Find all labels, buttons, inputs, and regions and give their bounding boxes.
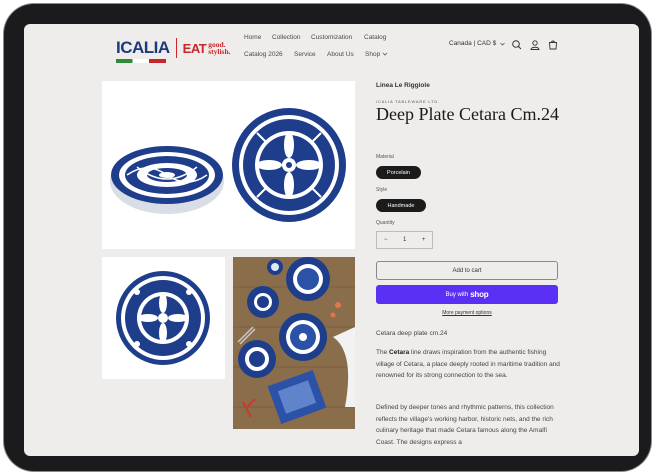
eat-logo: EAT: [182, 40, 207, 56]
nav-about-us[interactable]: About Us: [327, 51, 354, 58]
description-paragraph-2: Defined by deeper tones and rhythmic pat…: [376, 404, 554, 446]
more-payment-options-link[interactable]: More payment options: [376, 310, 558, 316]
product-image-main[interactable]: [102, 81, 355, 249]
description-intro: Cetara deep plate cm.24: [376, 330, 448, 337]
eat-logo-tagline: good. stylish.: [208, 40, 231, 56]
material-option-porcelain[interactable]: Porcelain: [376, 166, 421, 179]
nav-catalog[interactable]: Catalog: [364, 34, 386, 41]
add-to-cart-button[interactable]: Add to cart: [376, 261, 558, 280]
material-label: Material: [376, 154, 394, 160]
quantity-decrease-button[interactable]: −: [384, 237, 388, 243]
description-paragraph-1: The Cetara line draws inspiration from t…: [376, 349, 560, 379]
nav-collection[interactable]: Collection: [272, 34, 301, 41]
chevron-down-icon: [500, 42, 506, 46]
table-setting-image: [233, 257, 355, 429]
brand-logo[interactable]: ICALIA EAT good. stylish.: [116, 38, 231, 63]
account-icon[interactable]: [529, 39, 541, 51]
buy-with-shop-button[interactable]: Buy with shop: [376, 285, 558, 304]
nav-home[interactable]: Home: [244, 34, 261, 41]
browser-screen: ICALIA EAT good. stylish. Home Collectio…: [24, 24, 639, 456]
icalia-logo: ICALIA: [116, 38, 170, 63]
quantity-label: Quantity: [376, 220, 395, 226]
style-option-handmade[interactable]: Handmade: [376, 199, 426, 212]
nav-service[interactable]: Service: [294, 51, 316, 58]
nav-customization[interactable]: Customization: [311, 34, 352, 41]
plate-top-view: [116, 271, 210, 365]
product-image-top-view[interactable]: [102, 257, 225, 379]
deep-plate-image: [110, 108, 346, 222]
site-header: ICALIA EAT good. stylish. Home Collectio…: [24, 24, 639, 74]
product-image-lifestyle[interactable]: [233, 257, 355, 429]
style-label: Style: [376, 187, 388, 193]
quantity-increase-button[interactable]: +: [422, 237, 426, 243]
locale-selector[interactable]: Canada | CAD $: [449, 40, 506, 47]
nav-shop[interactable]: Shop: [365, 51, 388, 58]
tablet-frame: ICALIA EAT good. stylish. Home Collectio…: [4, 4, 651, 471]
logo-divider: [175, 38, 177, 58]
cart-icon[interactable]: [547, 39, 559, 51]
product-title: Deep Plate Cetara Cm.24: [376, 104, 559, 124]
product-vendor: Linea Le Riggiole: [376, 82, 430, 89]
nav-catalog-2026[interactable]: Catalog 2026: [244, 51, 283, 58]
shop-pay-logo: shop: [470, 290, 489, 299]
chevron-down-icon: [382, 52, 388, 56]
search-icon[interactable]: [511, 39, 523, 51]
quantity-input[interactable]: 1: [403, 237, 406, 243]
quantity-stepper: − 1 +: [376, 231, 433, 249]
italian-flag-stripe: [116, 59, 166, 63]
